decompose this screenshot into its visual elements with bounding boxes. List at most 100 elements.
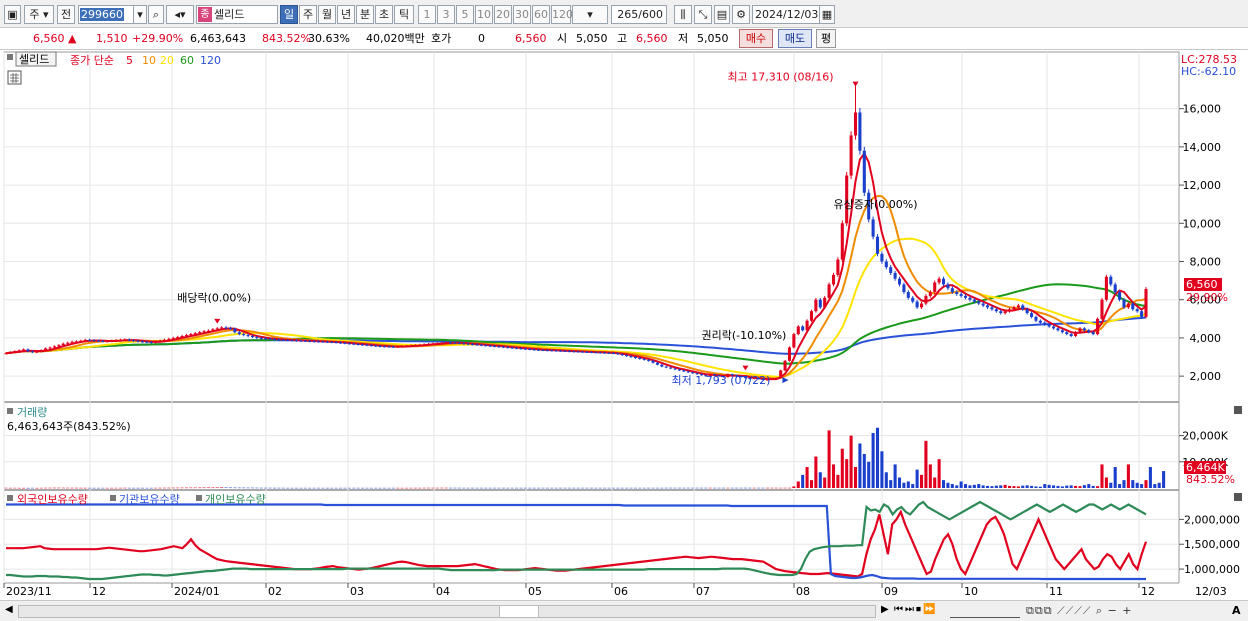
count-field[interactable]: 265/600 (611, 5, 667, 24)
volume-bar (1065, 485, 1069, 488)
period-type-select[interactable]: 주 ▾ (24, 5, 54, 24)
volume-bar (457, 487, 461, 489)
candle-body (576, 351, 580, 353)
scroll-left-icon[interactable]: ◀ (5, 604, 13, 615)
candle-body (655, 362, 659, 365)
save-icon[interactable]: ▤ (714, 5, 730, 24)
period-second[interactable]: 초 (375, 5, 393, 24)
last-volume-pct: 843.52% (1186, 473, 1235, 486)
volume-bar (250, 487, 255, 489)
interval-10[interactable]: 10 (475, 5, 493, 24)
draw-tool-icon[interactable]: ⤡ (694, 5, 712, 24)
x-tick-label: 2024/01 (174, 585, 220, 598)
candle-body (338, 342, 343, 344)
period-tick[interactable]: 틱 (394, 5, 414, 24)
volume-bar (1038, 486, 1042, 488)
candle-body (902, 284, 906, 293)
gear-icon[interactable]: ⚙ (732, 5, 750, 24)
volume-bar (541, 487, 545, 489)
code-dropdown-icon[interactable]: ▾ (133, 5, 147, 24)
table-view-icon[interactable] (7, 70, 22, 85)
volume-bar (787, 487, 792, 489)
interval-20[interactable]: 20 (494, 5, 512, 24)
volume-bar (550, 487, 554, 489)
candle-body (823, 297, 827, 308)
x-tick-label: 12/03 (1195, 585, 1227, 598)
volume-bar (537, 487, 541, 489)
candle-body (184, 335, 188, 337)
font-size-icon[interactable]: A (1232, 604, 1241, 617)
candle-body (8, 352, 12, 354)
candle-body (1008, 309, 1012, 312)
interval-1[interactable]: 1 (418, 5, 436, 24)
buy-button[interactable]: 매수 (739, 29, 773, 48)
period-month[interactable]: 월 (318, 5, 336, 24)
interval-custom-select[interactable]: ▾ (572, 5, 608, 24)
date-field[interactable]: 2024/12/03 (752, 5, 820, 24)
candle-body (924, 295, 928, 304)
volume-bar (70, 487, 74, 489)
candle-body (880, 253, 884, 262)
x-tick-label: 02 (268, 585, 282, 598)
interval-3[interactable]: 3 (437, 5, 455, 24)
candle-body (906, 292, 910, 298)
volume-bar (1074, 485, 1078, 488)
period-minute[interactable]: 분 (356, 5, 374, 24)
volume-bar (510, 487, 514, 489)
dividend-annotation: 배당락(0.00%) (177, 292, 251, 305)
volume-bar (44, 487, 48, 489)
candle-style-icon[interactable]: ⫼ (674, 5, 692, 24)
playback-controls-icon[interactable]: ⏮⏭⏹⏩ (894, 604, 937, 615)
volume-bar (897, 477, 902, 488)
scroll-right-icon[interactable]: ▶ (881, 604, 889, 615)
volume-bar (814, 456, 818, 488)
candle-body (321, 341, 325, 343)
interval-60[interactable]: 60 (532, 5, 550, 24)
candle-body (977, 301, 981, 304)
stock-code-input[interactable]: 299660 (78, 5, 134, 24)
volume-bar (664, 487, 668, 489)
candle-body (334, 342, 338, 344)
period-week[interactable]: 주 (299, 5, 317, 24)
candle-body (598, 352, 602, 354)
volume-panel-close-icon[interactable] (1234, 406, 1242, 414)
candle-body (272, 339, 277, 341)
candle-body (677, 369, 681, 371)
volume-bar (845, 459, 849, 488)
sell-button[interactable]: 매도 (778, 29, 812, 48)
stock-chart[interactable]: 16,00014,00012,00010,0008,0006,0004,0002… (0, 50, 1248, 600)
zoom-slider[interactable] (950, 605, 1020, 618)
volume-bar (299, 487, 303, 489)
volume-bar (440, 487, 444, 489)
volume-bar (1162, 471, 1166, 488)
window-menu-icon[interactable]: ▣ (4, 5, 21, 24)
stock-name-field[interactable]: 종 셀리드 (196, 5, 278, 24)
scroll-thumb[interactable] (499, 606, 539, 617)
candle-body (422, 344, 426, 346)
volume-bar (620, 487, 624, 489)
chart-window: ▣ 주 ▾ 전 299660 ▾ ⌕ ◂▾ 종 셀리드 일 주 월 년 분 초 틱… (0, 0, 1248, 621)
volume-bar (303, 487, 307, 489)
search-icon[interactable]: ⌕ (148, 5, 164, 24)
period-year[interactable]: 년 (337, 5, 355, 24)
volume-bar (629, 487, 633, 489)
candle-body (633, 357, 637, 359)
speaker-icon[interactable]: ◂▾ (166, 5, 194, 24)
volume-bar (308, 487, 312, 489)
candle-body (673, 368, 677, 370)
period-day[interactable]: 일 (280, 5, 298, 24)
candle-body (1140, 311, 1144, 317)
volume-bar (114, 487, 118, 489)
interval-120[interactable]: 120 (551, 5, 573, 24)
bottom-tool-icons[interactable]: ⧉⧉⧉ ⟋⟋⟋⟋ ⌕ − + (1026, 604, 1133, 618)
all-button[interactable]: 전 (57, 5, 75, 24)
average-button[interactable]: 평 (816, 29, 836, 48)
scroll-track[interactable] (18, 605, 876, 618)
interval-30[interactable]: 30 (513, 5, 531, 24)
interval-5[interactable]: 5 (456, 5, 474, 24)
x-tick-label: 10 (964, 585, 978, 598)
volume-bar (779, 487, 783, 489)
calendar-icon[interactable]: ▦ (819, 5, 835, 24)
volume-bar (594, 487, 598, 489)
holding-panel-close-icon[interactable] (1234, 493, 1242, 501)
